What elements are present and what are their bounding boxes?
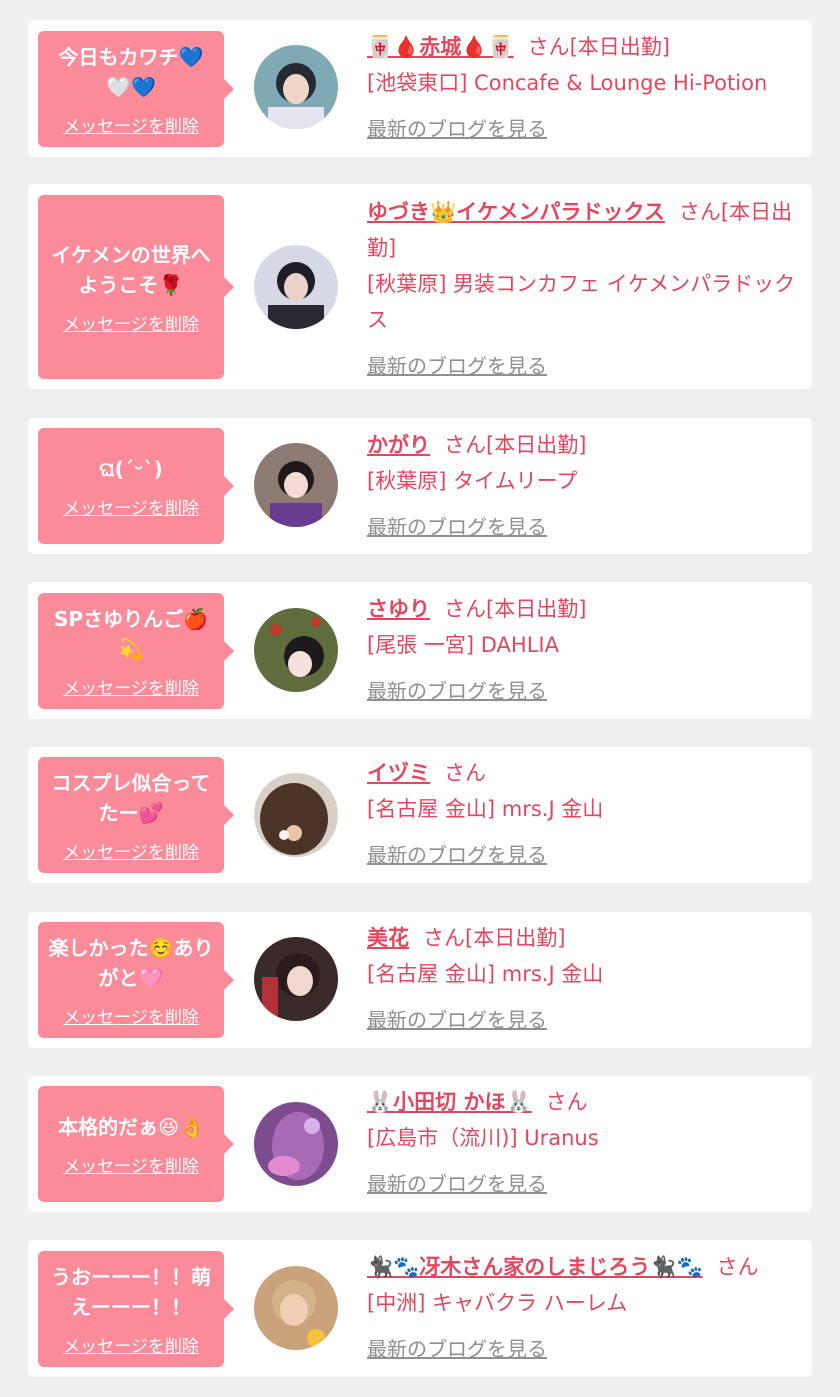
latest-blog-link[interactable]: 最新のブログを見る (367, 1331, 547, 1367)
latest-blog-link[interactable]: 最新のブログを見る (367, 111, 547, 147)
san-label: さん (527, 35, 570, 59)
name-line: イヅミ さん (367, 755, 802, 791)
message-bubble: 本格的だぁ😆👌 メッセージを削除 (38, 1086, 234, 1202)
message-text: ଘ(ˊᵕˋ) (99, 456, 163, 481)
name-line: 🐰小田切 かほ🐰 さん (367, 1084, 802, 1120)
message-bubble: コスプレ似合ってたー💕 メッセージを削除 (38, 757, 234, 873)
shop-label: [広島市（流川)] Uranus (367, 1126, 599, 1150)
san-label: さん (423, 926, 465, 950)
delete-message-link[interactable]: メッセージを削除 (63, 838, 199, 863)
latest-blog-link[interactable]: 最新のブログを見る (367, 509, 547, 545)
shop-label: [名古屋 金山] mrs.J 金山 (367, 962, 604, 986)
avatar[interactable] (254, 1102, 338, 1186)
message-list: 今日もカワチ💙🤍💙 メッセージを削除 🀄🩸赤城🩸🀄 さん[本日出勤] [池袋東口]… (0, 0, 840, 1397)
avatar[interactable] (254, 773, 338, 857)
message-bubble: 今日もカワチ💙🤍💙 メッセージを削除 (38, 31, 234, 147)
san-label: さん (678, 200, 721, 224)
cast-name-link[interactable]: 🐰小田切 かほ🐰 (367, 1090, 532, 1114)
avatar[interactable] (254, 937, 338, 1021)
message-card: うおーーー！！萌えーーー！！ メッセージを削除 🐈‍⬛🐾冴木さん家のしまじろう🐈… (28, 1240, 812, 1377)
cast-name-link[interactable]: 🐈‍⬛🐾冴木さん家のしまじろう🐈‍⬛🐾 (367, 1255, 703, 1279)
message-text: イケメンの世界へようこそ🌹 (51, 242, 211, 297)
latest-blog-link[interactable]: 最新のブログを見る (367, 673, 547, 709)
avatar[interactable] (254, 245, 338, 329)
message-bubble: ଘ(ˊᵕˋ) メッセージを削除 (38, 428, 234, 544)
cast-info: かがり さん[本日出勤] [秋葉原] タイムリープ 最新のブログを見る (367, 427, 802, 545)
message-text: 今日もカワチ💙🤍💙 (58, 44, 204, 99)
cast-info: イヅミ さん [名古屋 金山] mrs.J 金山 最新のブログを見る (367, 755, 802, 873)
shop-label: [秋葉原] タイムリープ (367, 469, 578, 493)
delete-message-link[interactable]: メッセージを削除 (63, 674, 199, 699)
message-card: 今日もカワチ💙🤍💙 メッセージを削除 🀄🩸赤城🩸🀄 さん[本日出勤] [池袋東口]… (28, 20, 812, 157)
cast-info: 🐰小田切 かほ🐰 さん [広島市（流川)] Uranus 最新のブログを見る (367, 1084, 802, 1202)
status-label: [本日出勤] (486, 597, 587, 621)
avatar[interactable] (254, 1266, 338, 1350)
latest-blog-link[interactable]: 最新のブログを見る (367, 1166, 547, 1202)
message-text: うおーーー！！萌えーーー！！ (51, 1264, 211, 1319)
message-bubble: 楽しかった☺️ありがと🩷 メッセージを削除 (38, 922, 234, 1038)
status-label: [本日出勤] (569, 35, 670, 59)
san-label: さん (545, 1090, 588, 1114)
name-line: さゆり さん[本日出勤] (367, 591, 802, 627)
status-label: [本日出勤] (465, 926, 566, 950)
cast-name-link[interactable]: 美花 (367, 926, 409, 950)
cast-info: 🀄🩸赤城🩸🀄 さん[本日出勤] [池袋東口] Concafe & Lounge H… (367, 29, 802, 147)
latest-blog-link[interactable]: 最新のブログを見る (367, 1002, 547, 1038)
latest-blog-link[interactable]: 最新のブログを見る (367, 837, 547, 873)
message-card: ଘ(ˊᵕˋ) メッセージを削除 かがり さん[本日出勤] [秋葉原] タイムリープ… (28, 418, 812, 554)
cast-name-link[interactable]: イヅミ (367, 761, 430, 785)
cast-name-link[interactable]: 🀄🩸赤城🩸🀄 (367, 35, 514, 59)
name-line: 🐈‍⬛🐾冴木さん家のしまじろう🐈‍⬛🐾 さん (367, 1249, 802, 1285)
message-text: SPさゆりんご🍎💫 (54, 606, 208, 661)
message-card: 本格的だぁ😆👌 メッセージを削除 🐰小田切 かほ🐰 さん [広島市（流川)] Ur… (28, 1076, 812, 1212)
delete-message-link[interactable]: メッセージを削除 (63, 494, 199, 519)
name-line: 🀄🩸赤城🩸🀄 さん[本日出勤] (367, 29, 802, 65)
avatar[interactable] (254, 443, 338, 527)
message-bubble: うおーーー！！萌えーーー！！ メッセージを削除 (38, 1251, 234, 1367)
latest-blog-link[interactable]: 最新のブログを見る (367, 348, 547, 384)
name-line: かがり さん[本日出勤] (367, 427, 802, 463)
delete-message-link[interactable]: メッセージを削除 (63, 1332, 199, 1357)
cast-info: 美花 さん[本日出勤] [名古屋 金山] mrs.J 金山 最新のブログを見る (367, 920, 802, 1038)
name-line: 美花 さん[本日出勤] (367, 920, 802, 956)
message-bubble: イケメンの世界へようこそ🌹 メッセージを削除 (38, 195, 234, 379)
avatar[interactable] (254, 608, 338, 692)
message-card: 楽しかった☺️ありがと🩷 メッセージを削除 美花 さん[本日出勤] [名古屋 金山… (28, 912, 812, 1048)
delete-message-link[interactable]: メッセージを削除 (63, 1152, 199, 1177)
cast-info: ゆづき👑イケメンパラドックス さん[本日出勤] [秋葉原] 男装コンカフェ イケメ… (367, 194, 802, 384)
shop-label: [中洲] キャバクラ ハーレム (367, 1291, 628, 1315)
delete-message-link[interactable]: メッセージを削除 (63, 1003, 199, 1028)
san-label: さん (444, 433, 486, 457)
message-text: コスプレ似合ってたー💕 (51, 770, 211, 825)
shop-label: [秋葉原] 男装コンカフェ イケメンパラドックス (367, 272, 796, 332)
san-label: さん (444, 597, 486, 621)
shop-label: [名古屋 金山] mrs.J 金山 (367, 797, 604, 821)
san-label: さん (716, 1255, 759, 1279)
delete-message-link[interactable]: メッセージを削除 (63, 112, 199, 137)
message-card: コスプレ似合ってたー💕 メッセージを削除 イヅミ さん [名古屋 金山] mrs.… (28, 747, 812, 883)
cast-name-link[interactable]: かがり (367, 433, 430, 457)
avatar[interactable] (254, 45, 338, 129)
message-bubble: SPさゆりんご🍎💫 メッセージを削除 (38, 593, 234, 709)
message-text: 本格的だぁ😆👌 (58, 1114, 204, 1139)
message-card: イケメンの世界へようこそ🌹 メッセージを削除 ゆづき👑イケメンパラドックス さん[… (28, 184, 812, 389)
shop-label: [尾張 一宮] DAHLIA (367, 633, 559, 657)
status-label: [本日出勤] (486, 433, 587, 457)
cast-info: 🐈‍⬛🐾冴木さん家のしまじろう🐈‍⬛🐾 さん [中洲] キャバクラ ハーレム 最新… (367, 1249, 802, 1367)
shop-label: [池袋東口] Concafe & Lounge Hi-Potion (367, 71, 768, 95)
cast-info: さゆり さん[本日出勤] [尾張 一宮] DAHLIA 最新のブログを見る (367, 591, 802, 709)
cast-name-link[interactable]: さゆり (367, 597, 430, 621)
name-line: ゆづき👑イケメンパラドックス さん[本日出勤] (367, 194, 802, 266)
san-label: さん (444, 761, 486, 785)
delete-message-link[interactable]: メッセージを削除 (63, 310, 199, 335)
message-text: 楽しかった☺️ありがと🩷 (48, 935, 214, 990)
cast-name-link[interactable]: ゆづき👑イケメンパラドックス (367, 200, 665, 224)
message-card: SPさゆりんご🍎💫 メッセージを削除 さゆり さん[本日出勤] [尾張 一宮] D… (28, 582, 812, 719)
